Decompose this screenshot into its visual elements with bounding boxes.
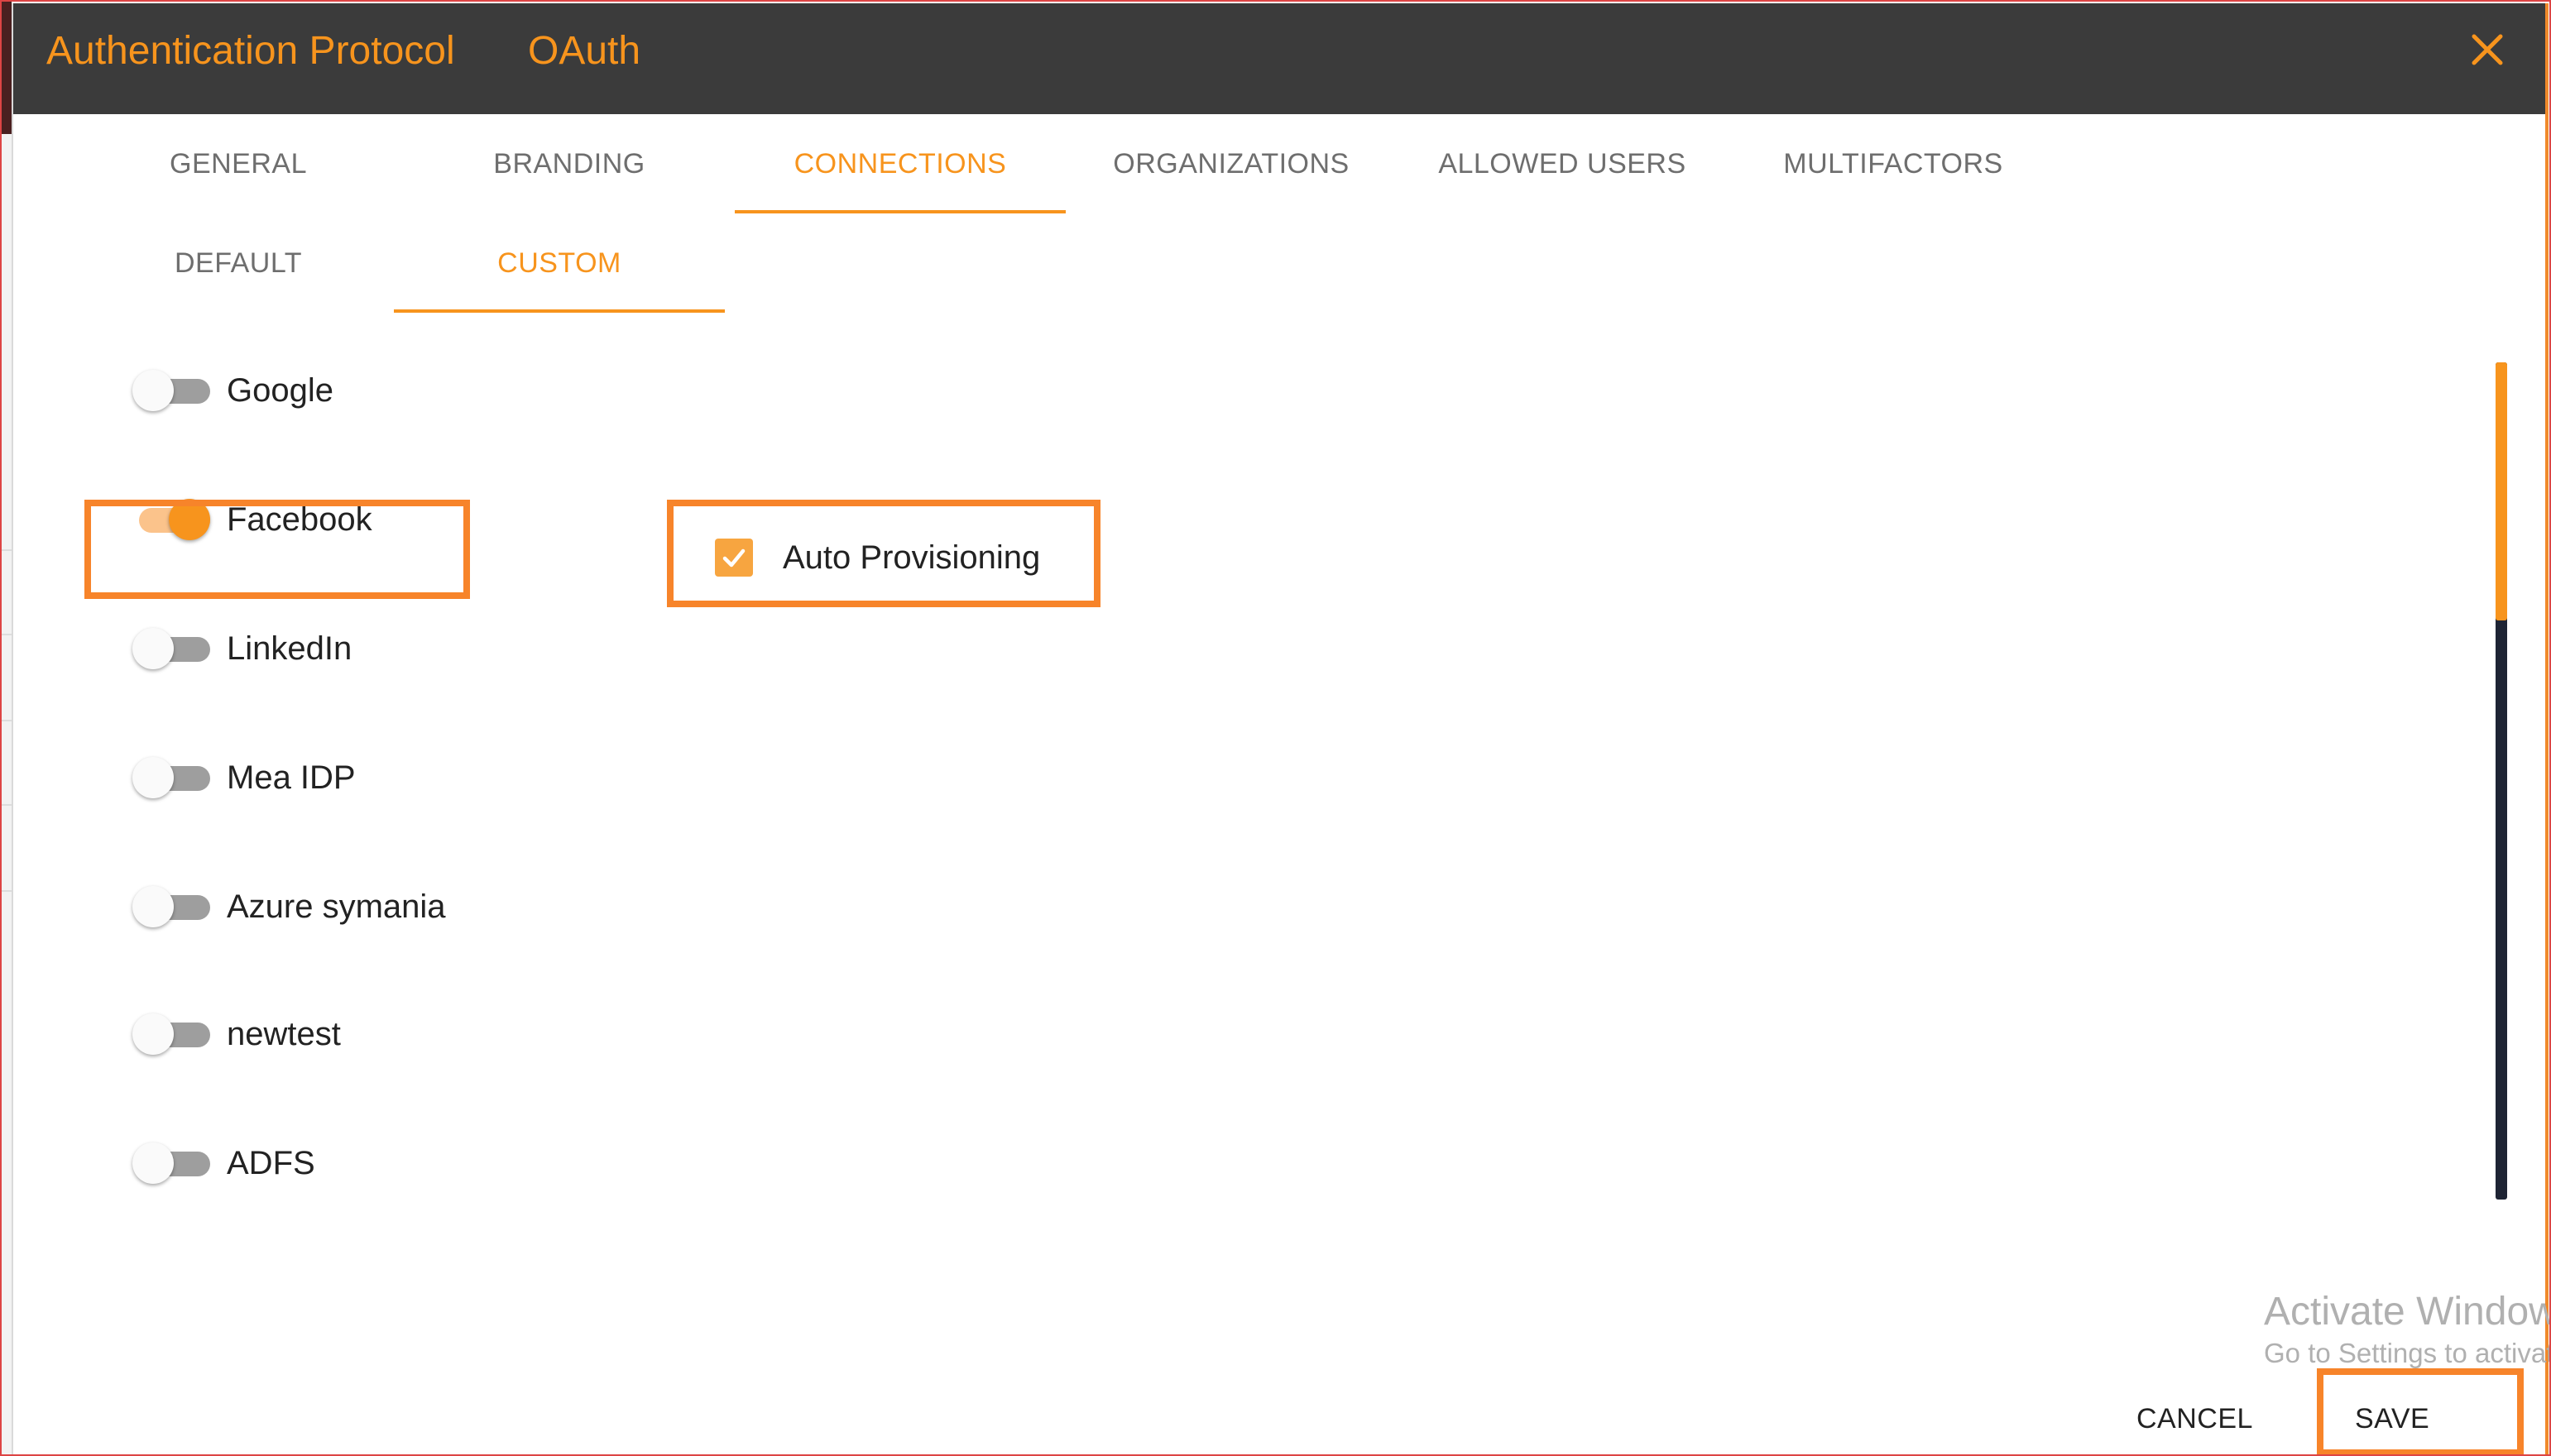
connection-row-adfs: ADFS [63, 1122, 315, 1196]
tab-label: GENERAL [170, 147, 307, 180]
background-divider [0, 549, 12, 551]
scrollbar-thumb[interactable] [2496, 362, 2507, 620]
background-header [0, 0, 12, 134]
tab-multifactors[interactable]: MULTIFACTORS [1728, 114, 2059, 213]
tab-label: MULTIFACTORS [1783, 147, 2003, 180]
list-scrollbar[interactable] [2496, 362, 2507, 1200]
adfs-toggle[interactable] [132, 1142, 212, 1185]
connection-row-mea-idp: Mea IDP [63, 736, 356, 819]
connection-list: Google Facebook LinkedIn Mea IDP Azure s… [63, 367, 2471, 1196]
tab-label: ORGANIZATIONS [1113, 147, 1350, 180]
dialog-title-label: Authentication Protocol [46, 29, 455, 73]
facebook-toggle[interactable] [132, 498, 212, 541]
azure-symania-toggle[interactable] [132, 885, 212, 928]
tab-branding[interactable]: BRANDING [404, 114, 735, 213]
save-button[interactable]: SAVE [2355, 1403, 2429, 1435]
background-page [0, 0, 12, 1456]
subtab-label: DEFAULT [174, 247, 302, 279]
background-divider [0, 804, 12, 806]
connection-row-google: Google [63, 367, 333, 432]
background-divider [0, 634, 12, 635]
watermark-title: Activate Windows [2264, 1290, 2551, 1334]
subtab-custom[interactable]: CUSTOM [394, 213, 725, 313]
background-divider [0, 890, 12, 892]
dialog-title-bar: Authentication Protocol OAuth [13, 3, 2545, 114]
mea-idp-toggle[interactable] [132, 756, 212, 799]
tab-label: ALLOWED USERS [1438, 147, 1686, 180]
connection-row-linkedin: LinkedIn [63, 607, 352, 690]
tab-general[interactable]: GENERAL [73, 114, 404, 213]
auto-provisioning-label: Auto Provisioning [783, 539, 1041, 576]
watermark-subtitle: Go to Settings to activate Windows. [2264, 1338, 2551, 1368]
connection-label: newtest [227, 1015, 341, 1052]
connection-settings-dialog: Authentication Protocol OAuth GENERAL BR… [12, 3, 2551, 1456]
connection-label: LinkedIn [227, 630, 352, 667]
tab-allowed-users[interactable]: ALLOWED USERS [1397, 114, 1728, 213]
close-button[interactable] [2462, 25, 2512, 74]
auto-provisioning-option: Auto Provisioning [690, 505, 1040, 611]
connection-row-newtest: newtest [63, 993, 341, 1075]
subtab-label: CUSTOM [497, 247, 621, 279]
connection-label: Azure symania [227, 888, 446, 925]
dialog-title-value: OAuth [528, 29, 641, 73]
tab-connections[interactable]: CONNECTIONS [735, 114, 1066, 213]
auto-provisioning-checkbox[interactable] [715, 539, 753, 577]
tab-label: CONNECTIONS [794, 147, 1007, 180]
linkedin-toggle[interactable] [132, 627, 212, 670]
connection-label: Mea IDP [227, 759, 356, 796]
newtest-toggle[interactable] [132, 1013, 212, 1056]
connection-label: ADFS [227, 1144, 315, 1181]
background-divider [0, 720, 12, 721]
google-toggle[interactable] [132, 369, 212, 412]
connection-row-azure-symania: Azure symania [63, 865, 446, 948]
cancel-button[interactable]: CANCEL [2136, 1403, 2253, 1435]
connection-label: Google [227, 371, 333, 409]
checkmark-icon [722, 548, 746, 568]
connection-row-facebook: Facebook [63, 478, 372, 561]
tab-label: BRANDING [493, 147, 645, 180]
tab-organizations[interactable]: ORGANIZATIONS [1066, 114, 1397, 213]
connection-label: Facebook [227, 500, 372, 538]
close-icon [2472, 34, 2503, 65]
windows-activation-watermark: Activate Windows Go to Settings to activ… [2264, 1289, 2551, 1370]
subtab-default[interactable]: DEFAULT [73, 213, 404, 313]
